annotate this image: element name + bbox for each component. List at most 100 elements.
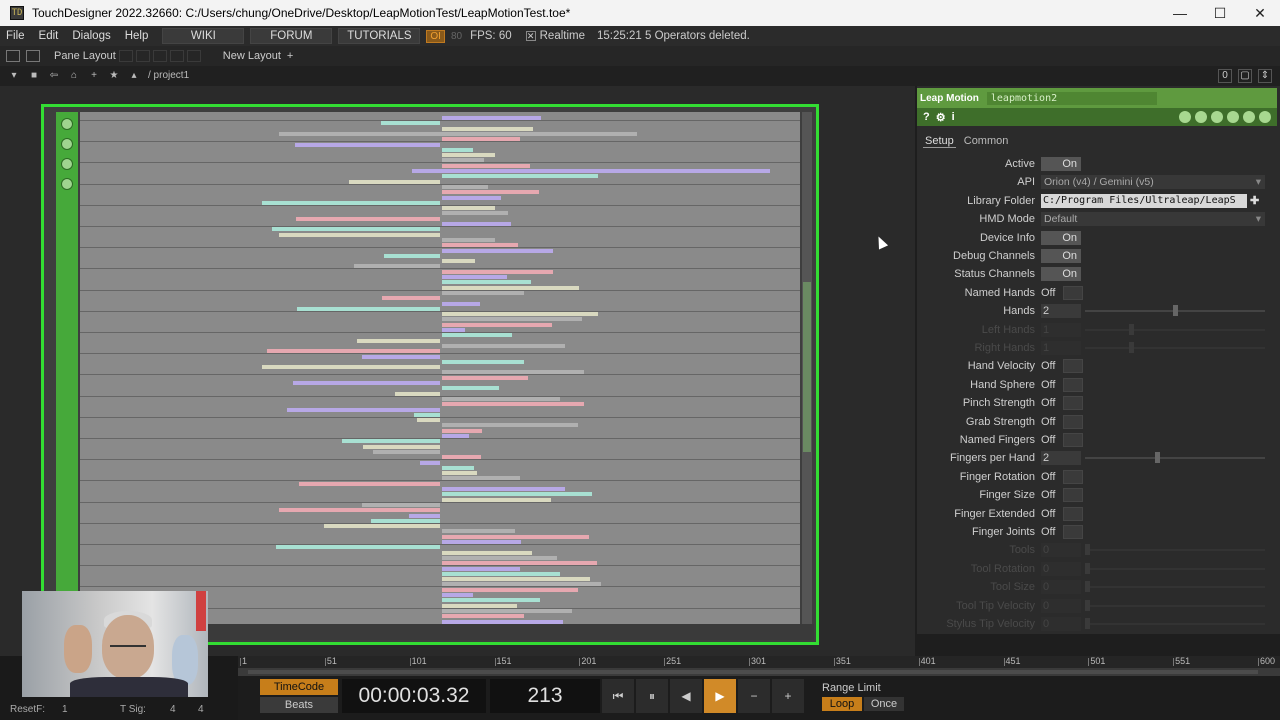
param-slider-knob[interactable] <box>1128 342 1134 353</box>
param-toggle-off[interactable] <box>1063 506 1083 521</box>
param-slider[interactable] <box>1085 452 1265 464</box>
timecode-display[interactable]: 00:00:03.32 <box>342 679 486 713</box>
folder-browse-icon[interactable]: ✚ <box>1250 194 1259 207</box>
menu-help[interactable]: Help <box>119 30 157 42</box>
timeline-range-bar[interactable] <box>238 668 1280 676</box>
frame-display[interactable]: 213 <box>490 679 600 713</box>
param-slider-knob[interactable] <box>1085 544 1090 556</box>
network-path[interactable]: / project1 <box>148 70 189 82</box>
dropdown-icon[interactable]: ▾ <box>8 70 20 82</box>
timecode-toggle[interactable]: TimeCode <box>260 679 338 695</box>
time-signature-b[interactable]: 4 <box>198 704 204 715</box>
python-help-icon[interactable]: ⚙ <box>936 111 946 124</box>
settings-icon[interactable] <box>1227 111 1239 123</box>
forum-button[interactable]: FORUM <box>250 28 333 44</box>
viewer-scrollbar-thumb[interactable] <box>803 282 811 452</box>
skip-to-start-icon[interactable]: ⏮ <box>602 679 634 713</box>
param-toggle-off[interactable] <box>1063 414 1083 429</box>
play-reverse-icon[interactable]: ◀ <box>670 679 702 713</box>
param-toggle-off[interactable] <box>1063 488 1083 503</box>
pane-link-icon[interactable] <box>26 50 40 62</box>
param-slider-knob[interactable] <box>1085 599 1090 611</box>
tab-setup[interactable]: Setup <box>923 135 956 148</box>
bookmark-icon[interactable]: ★ <box>108 70 120 82</box>
menu-edit[interactable]: Edit <box>33 30 67 42</box>
menu-dialogs[interactable]: Dialogs <box>66 30 118 42</box>
param-number-field[interactable]: 1 <box>1041 322 1081 337</box>
pause-icon[interactable]: ⏸ <box>636 679 668 713</box>
param-slider[interactable] <box>1085 342 1265 353</box>
stop-icon[interactable]: ■ <box>28 70 40 82</box>
param-number-field[interactable]: 2 <box>1041 304 1081 319</box>
pane-layout-slot[interactable] <box>118 50 133 62</box>
param-slider[interactable] <box>1085 599 1265 611</box>
language-icon[interactable] <box>1195 111 1207 123</box>
param-toggle-on[interactable]: On <box>1041 157 1081 171</box>
home-icon[interactable]: ⌂ <box>68 70 80 82</box>
up-icon[interactable]: ▴ <box>128 70 140 82</box>
tutorials-button[interactable]: TUTORIALS <box>338 28 421 44</box>
pane-layout-slot[interactable] <box>186 50 201 62</box>
add-parameter-icon[interactable] <box>1243 111 1255 123</box>
param-number-field[interactable]: 2 <box>1041 451 1081 466</box>
param-toggle-on[interactable]: On <box>1041 230 1081 245</box>
param-toggle-off[interactable] <box>1063 359 1083 374</box>
param-toggle-off[interactable] <box>1063 433 1083 447</box>
realtime-checkbox[interactable]: ✕ <box>525 31 536 41</box>
minimize-button[interactable]: — <box>1160 5 1200 22</box>
viewer-pencil-icon[interactable] <box>61 178 73 190</box>
add-icon[interactable]: + <box>88 70 100 82</box>
param-toggle-off[interactable] <box>1063 396 1083 411</box>
step-forward-icon[interactable]: + <box>772 679 804 713</box>
param-slider[interactable] <box>1085 618 1265 629</box>
param-toggle-off[interactable] <box>1063 525 1083 539</box>
wiki-button[interactable]: WIKI <box>162 28 245 44</box>
add-layout-button[interactable]: + <box>287 50 293 62</box>
param-slider[interactable] <box>1085 323 1265 335</box>
realtime-toggle[interactable]: ✕ Realtime <box>525 30 585 42</box>
new-layout-button[interactable]: New Layout <box>223 50 281 62</box>
maximize-button[interactable]: ☐ <box>1200 5 1240 22</box>
tab-common[interactable]: Common <box>962 135 1011 147</box>
param-toggle-off[interactable] <box>1063 377 1083 392</box>
param-menu[interactable]: Orion (v4) / Gemini (v5) <box>1041 175 1265 190</box>
loop-button[interactable]: Loop <box>822 696 862 711</box>
pane-layout-slot[interactable] <box>135 50 150 62</box>
beats-toggle[interactable]: Beats <box>260 697 338 713</box>
param-slider[interactable] <box>1085 581 1265 593</box>
param-slider[interactable] <box>1085 544 1265 556</box>
reset-frame-value[interactable]: 1 <box>62 704 68 715</box>
time-signature-a[interactable]: 4 <box>170 704 176 715</box>
oi-indicator[interactable]: OI <box>426 29 445 43</box>
timeline-range-fill[interactable] <box>248 670 1258 674</box>
param-slider-knob[interactable] <box>1172 305 1178 317</box>
comment-icon[interactable] <box>1179 111 1191 123</box>
param-slider[interactable] <box>1085 562 1265 574</box>
param-slider-knob[interactable] <box>1085 581 1090 593</box>
param-slider-knob[interactable] <box>1085 562 1090 574</box>
target-icon[interactable] <box>1259 111 1271 123</box>
once-button[interactable]: Once <box>864 696 904 711</box>
viewer-active-icon[interactable] <box>61 118 73 130</box>
param-toggle-off[interactable] <box>1063 285 1083 300</box>
param-slider-knob[interactable] <box>1085 618 1090 629</box>
param-menu[interactable]: Default <box>1041 212 1265 227</box>
pane-options-icon[interactable]: ⇕ <box>1258 69 1272 83</box>
param-toggle-off[interactable] <box>1063 469 1083 484</box>
timeline-ruler[interactable]: 1 51 101 151 201 251 301 351 401 451 501 551 600 <box>238 656 1280 668</box>
param-number-field[interactable]: 0 <box>1041 617 1081 631</box>
param-toggle-on[interactable]: On <box>1041 249 1081 263</box>
pane-layout-slot[interactable] <box>169 50 184 62</box>
chop-channel-viewer[interactable] <box>80 112 800 624</box>
param-toggle-on[interactable]: On <box>1041 267 1081 282</box>
back-icon[interactable]: ⇦ <box>48 70 60 82</box>
param-number-field[interactable]: 0 <box>1041 561 1081 576</box>
menu-file[interactable]: File <box>0 30 33 42</box>
step-back-icon[interactable]: − <box>738 679 770 713</box>
info-icon[interactable]: i <box>952 111 955 123</box>
pane-layout-slot[interactable] <box>152 50 167 62</box>
param-number-field[interactable]: 0 <box>1041 598 1081 613</box>
pane-split-icon[interactable] <box>6 50 20 62</box>
param-slider-knob[interactable] <box>1128 323 1134 335</box>
viewer-scrollbar[interactable] <box>802 112 812 624</box>
